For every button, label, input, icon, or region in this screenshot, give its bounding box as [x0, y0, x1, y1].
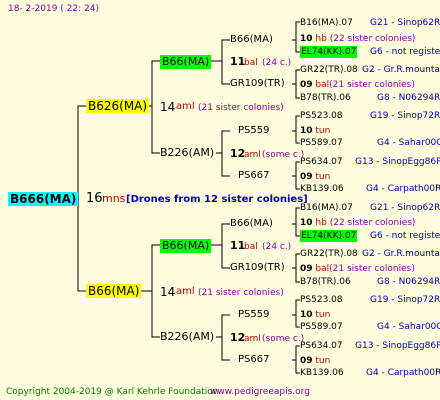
gen4-queen-9[interactable]: B16(MA).07	[300, 202, 353, 214]
gen3-5-year-line: 10 hb (22 sister colonies)	[300, 218, 416, 228]
gen1-bottom-note: (21 sister colonies)	[198, 288, 284, 298]
gen3-queen-3[interactable]: PS559	[238, 125, 269, 137]
gen1-bottom-suffix: aml	[176, 286, 195, 297]
gen1-top-note: (21 sister colonies)	[198, 103, 284, 113]
gen4-13-code: G19 - Sinop72R	[370, 295, 440, 305]
gen3-queen-5[interactable]: B66(MA)	[230, 218, 273, 230]
copyright: Copyright 2004-2019 @ Karl Kehrle Founda…	[6, 387, 219, 397]
gen4-5-code: G19 - Sinop72R	[370, 111, 440, 121]
gen1-top-year: 14	[160, 100, 176, 114]
gen3-queen-6[interactable]: GR109(TR)	[230, 262, 285, 274]
gen4-queen-7[interactable]: PS634.07	[300, 156, 343, 168]
gen4-15-code: G13 - SinopEgg86R	[355, 341, 440, 351]
gen4-2-code: G6 - not registe	[370, 47, 440, 57]
gen1-queen-bottom[interactable]: B66(MA)	[86, 284, 142, 298]
gen4-1-code: G21 - Sinop62R	[370, 18, 440, 28]
gen2-queen-3[interactable]: B66(MA)	[160, 239, 212, 253]
gen4-queen-15[interactable]: PS634.07	[300, 340, 343, 352]
gen4-queen-6[interactable]: PS589.07	[300, 137, 343, 149]
gen2-4-suffix: aml	[244, 334, 261, 344]
gen4-8-code: G4 - Carpath00R	[366, 184, 440, 194]
gen2-1-note: (24 c.)	[262, 58, 292, 68]
gen3-8-year-line: 09 tun	[300, 356, 331, 366]
gen2-1-suffix: bal	[244, 58, 258, 68]
gen4-queen-1[interactable]: B16(MA).07	[300, 17, 353, 29]
gen4-queen-4[interactable]: B78(TR).06	[300, 92, 351, 104]
gen4-queen-13[interactable]: PS523.08	[300, 294, 343, 306]
gen4-queen-8[interactable]: KB139.06	[300, 183, 344, 195]
root-drone-note: [Drones from 12 sister colonies]	[126, 194, 308, 205]
root-queen[interactable]: B666(MA)	[8, 192, 79, 206]
gen4-12-code: G8 - N06294R	[377, 277, 440, 287]
gen4-14-code: G4 - Sahar00Q	[377, 322, 440, 332]
gen4-queen-16[interactable]: KB139.06	[300, 367, 344, 379]
date-stamp: 18- 2-2019 ( 22: 24)	[8, 4, 99, 14]
gen4-4-code: G8 - N06294R	[377, 93, 440, 103]
gen4-queen-12[interactable]: B78(TR).06	[300, 276, 351, 288]
gen4-7-code: G13 - SinopEgg86R	[355, 157, 440, 167]
gen2-queen-4[interactable]: B226(AM)	[160, 331, 214, 343]
gen2-3-note: (24 c.)	[262, 242, 292, 252]
gen4-10-code: G6 - not registe	[370, 231, 440, 241]
gen2-queen-1[interactable]: B66(MA)	[160, 55, 212, 69]
gen4-16-code: G4 - Carpath00R	[366, 368, 440, 378]
gen4-9-code: G21 - Sinop62R	[370, 203, 440, 213]
gen2-2-note: (some c.)	[262, 150, 305, 160]
gen3-queen-1[interactable]: B66(MA)	[230, 34, 273, 46]
gen4-queen-11[interactable]: GR22(TR).08	[300, 248, 358, 260]
gen1-queen-top[interactable]: B626(MA)	[86, 99, 150, 113]
gen3-4-year-line: 09 tun	[300, 172, 331, 182]
gen1-bottom-year: 14	[160, 285, 176, 299]
gen3-queen-8[interactable]: PS667	[238, 354, 269, 366]
gen3-6-year-line: 09 bal(21 sister colonies)	[300, 264, 415, 274]
root-suffix: mns	[102, 192, 126, 205]
gen1-top-suffix: aml	[176, 101, 195, 112]
gen2-queen-2[interactable]: B226(AM)	[160, 147, 214, 159]
gen3-queen-2[interactable]: GR109(TR)	[230, 78, 285, 90]
gen4-3-code: G2 - Gr.R.mounta	[362, 65, 440, 75]
gen4-queen-10[interactable]: EL74(KK).07	[300, 230, 358, 242]
root-year: 16	[86, 191, 103, 206]
gen3-7-year-line: 10 tun	[300, 310, 331, 320]
gen2-2-suffix: aml	[244, 150, 261, 160]
gen4-queen-14[interactable]: PS589.07	[300, 321, 343, 333]
gen3-queen-7[interactable]: PS559	[238, 309, 269, 321]
gen3-3-year-line: 10 tun	[300, 126, 331, 136]
gen3-2-year-line: 09 bal(21 sister colonies)	[300, 80, 415, 90]
pedigree-diagram: { "header": { "date": "18- 2-2019 ( 22: …	[0, 0, 440, 400]
gen4-queen-2[interactable]: EL74(KK).07	[300, 46, 358, 58]
gen4-queen-3[interactable]: GR22(TR).08	[300, 64, 358, 76]
gen3-queen-4[interactable]: PS667	[238, 170, 269, 182]
gen3-1-year-line: 10 hb (22 sister colonies)	[300, 34, 416, 44]
gen4-queen-5[interactable]: PS523.08	[300, 110, 343, 122]
website: www.pedigreeapis.org	[210, 387, 310, 397]
gen2-3-suffix: bal	[244, 242, 258, 252]
gen2-4-note: (some c.)	[262, 334, 305, 344]
gen4-6-code: G4 - Sahar00Q	[377, 138, 440, 148]
gen4-11-code: G2 - Gr.R.mounta	[362, 249, 440, 259]
